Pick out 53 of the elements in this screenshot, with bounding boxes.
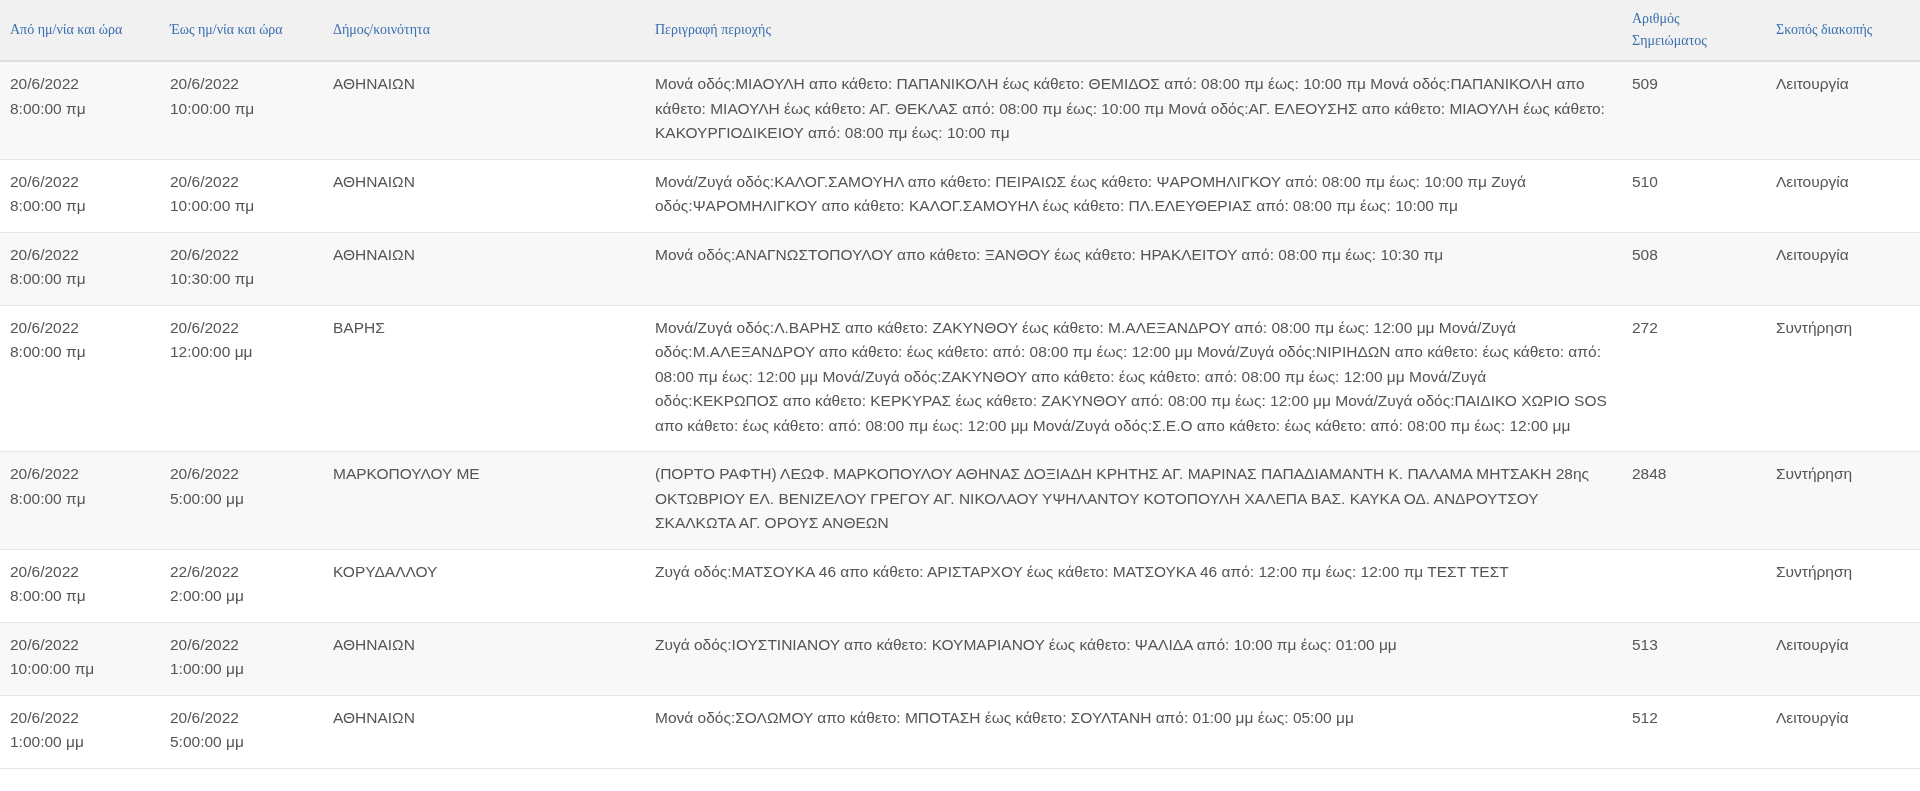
date-cell-text: 20/6/2022 1:00:00 μμ <box>170 634 245 679</box>
description-cell: Μονά οδός:ΣΟΛΩΜΟΥ απο κάθετο: ΜΠΟΤΑΣΗ έως κάθετο: ΣΟΥΛΤΑΝΗ από: 01:00 μμ έως: 05:00 μμ <box>655 708 1354 726</box>
date-cell-text: 20/6/2022 10:30:00 πμ <box>170 244 256 289</box>
municipality-cell: ΚΟΡΥΔΑΛΛΟΥ <box>333 562 438 580</box>
date-cell-text: 20/6/2022 8:00:00 πμ <box>10 74 87 119</box>
description-cell: Μονά οδός:ΑΝΑΓΝΩΣΤΟΠΟΥΛΟΥ απο κάθετο: ΞΑΝΘΟΥ έως κάθετο: ΗΡΑΚΛΕΙΤΟΥ από: 08:00 πμ έως: 10:30 πμ <box>655 245 1444 263</box>
municipality-cell: ΑΘΗΝΑΙΩΝ <box>333 245 415 263</box>
date-cell-text: 20/6/2022 10:00:00 πμ <box>170 74 256 119</box>
column-header: Περιγραφή περιοχής <box>645 0 1622 62</box>
date-cell-text: 20/6/2022 10:00:00 πμ <box>10 634 96 679</box>
purpose-cell: Συντήρηση <box>1776 318 1853 336</box>
note-number-cell: 272 <box>1632 318 1658 336</box>
date-cell-text: 20/6/2022 8:00:00 πμ <box>10 171 87 216</box>
note-number-cell: 509 <box>1632 75 1658 92</box>
municipality-cell: ΑΘΗΝΑΙΩΝ <box>333 75 415 92</box>
municipality-cell: ΑΘΗΝΑΙΩΝ <box>333 172 415 190</box>
purpose-cell: Λειτουργία <box>1776 172 1849 190</box>
date-cell-text: 20/6/2022 12:00:00 μμ <box>170 317 254 362</box>
date-cell-text: 20/6/2022 8:00:00 πμ <box>10 244 87 289</box>
municipality-cell: ΑΘΗΝΑΙΩΝ <box>333 635 415 653</box>
description-cell: Ζυγά οδός:ΙΟΥΣΤΙΝΙΑΝΟΥ απο κάθετο: ΚΟΥΜΑΡΙΑΝΟΥ έως κάθετο: ΨΑΛΙΔΑ από: 10:00 πμ έως: 01:00 μμ <box>655 635 1397 653</box>
column-header: Δήμος/κοινότητα <box>323 0 645 62</box>
purpose-cell: Λειτουργία <box>1776 708 1849 726</box>
purpose-cell: Λειτουργία <box>1776 75 1849 92</box>
purpose-cell: Λειτουργία <box>1776 245 1849 263</box>
date-cell-text: 22/6/2022 2:00:00 μμ <box>170 561 245 606</box>
description-cell: (ΠΟΡΤΟ ΡΑΦΤΗ) ΛΕΩΦ. ΜΑΡΚΟΠΟΥΛΟΥ ΑΘΗΝΑΣ ΔΟΞΙΑΔΗ ΚΡΗΤΗΣ ΑΓ. ΜΑΡΙΝΑΣ ΠΑΠΑΔΙΑΜΑΝΤΗ Κ. ΠΑΛΑΜΑ ΜΗΤΣΑΚΗ 28ης ΟΚΤΩΒΡΙΟΥ ΕΛ. ΒΕΝΙΖΕΛΟΥ ΓΡΕΓΟΥ ΑΓ. ΝΙΚΟΛΑΟΥ ΥΨΗΛΑΝΤΟΥ ΚΟΤΟΠΟΥΛΗ ΧΑΛΕΠΑ ΒΑΣ. ΚΑΥΚΑ ΟΔ. ΑΝΔΡΟΥΤΣΟΥ ΣΚΑΛΚΩΤΑ ΑΓ. ΟΡΟΥΣ ΑΝΘΕΩΝ <box>655 465 1589 531</box>
note-number-cell: 513 <box>1632 635 1658 653</box>
date-cell-text: 20/6/2022 5:00:00 μμ <box>170 707 245 752</box>
column-header: Από ημ/νία και ώρα <box>0 0 160 62</box>
description-cell: Μονά οδός:ΜΙΑΟΥΛΗ απο κάθετο: ΠΑΠΑΝΙΚΟΛΗ έως κάθετο: ΘΕΜΙΔΟΣ από: 08:00 πμ έως: 10:00 πμ Μονά οδός:ΠΑΠΑΝΙΚΟΛΗ απο κάθετο: ΜΙΑΟΥΛΗ έως κάθετο: ΑΓ. ΘΕΚΛΑΣ από: 08:00 πμ έως: 10:00 πμ Μονά οδός:ΑΓ. ΕΛΕΟΥΣΗΣ απο κάθετο: ΜΙΑΟΥΛΗ έως κάθετο: ΚΑΚΟΥΡΓΙΟΔΙΚΕΙΟΥ από: 08:00 πμ έως: 10:00 πμ <box>655 75 1605 141</box>
municipality-cell: ΑΘΗΝΑΙΩΝ <box>333 708 415 726</box>
date-cell-text: 20/6/2022 8:00:00 πμ <box>10 561 87 606</box>
description-cell: Μονά/Ζυγά οδός:ΚΑΛΟΓ.ΣΑΜΟΥΗΛ απο κάθετο: ΠΕΙΡΑΙΩΣ έως κάθετο: ΨΑΡΟΜΗΛΙΓΚΟΥ από: 08:00 πμ έως: 10:00 πμ Ζυγά οδός:ΨΑΡΟΜΗΛΙΓΚΟΥ απο κάθετο: ΚΑΛΟΓ.ΣΑΜΟΥΗΛ έως κάθετο: ΠΛ.ΕΛΕΥΘΕΡΙΑΣ από: 08:00 πμ έως: 10:00 πμ <box>655 172 1526 214</box>
purpose-cell: Συντήρηση <box>1776 562 1853 580</box>
note-number-cell: 510 <box>1632 172 1658 190</box>
column-header: Έως ημ/νία και ώρα <box>160 0 323 62</box>
date-cell-text: 20/6/2022 1:00:00 μμ <box>10 707 85 752</box>
municipality-cell: ΒΑΡΗΣ <box>333 318 385 336</box>
purpose-cell: Συντήρηση <box>1776 465 1853 482</box>
date-cell-text: 20/6/2022 8:00:00 πμ <box>10 317 87 362</box>
note-number-cell: 2848 <box>1632 465 1667 482</box>
note-number-cell: 512 <box>1632 708 1658 726</box>
description-cell: Μονά/Ζυγά οδός:Λ.ΒΑΡΗΣ απο κάθετο: ΖΑΚΥΝΘΟΥ έως κάθετο: Μ.ΑΛΕΞΑΝΔΡΟΥ από: 08:00 πμ έως: 12:00 μμ Μονά/Ζυγά οδός:Μ.ΑΛΕΞΑΝΔΡΟΥ απο κάθετο: έως κάθετο: από: 08:00 πμ έως: 12:00 μμ Μονά/Ζυγά οδός:ΝΙΡΙΗΔΩΝ απο κάθετο: έως κάθετο: από: 08:00 πμ έως: 12:00 μμ Μονά/Ζυγά οδός:ΖΑΚΥΝΘΟΥ απο κάθετο: έως κάθετο: από: 08:00 πμ έως: 12:00 μμ Μονά/Ζυγά οδός:ΚΕΚΡΩΠΟΣ απο κάθετο: ΚΕΡΚΥΡΑΣ έως κάθετο: ΖΑΚΥΝΘΟΥ από: 08:00 πμ έως: 12:00 μμ Μονά/Ζυγά οδός:ΠΑΙΔΙΚΟ ΧΩΡΙΟ SOS απο κάθετο: έως κάθετο: από: 08:00 πμ έως: 12:00 μμ Μονά/Ζυγά οδός:Σ.Ε.Ο απο κάθετο: έως κάθετο: από: 08:00 πμ έως: 12:00 μμ <box>655 318 1607 434</box>
municipality-cell: ΜΑΡΚΟΠΟΥΛΟΥ ΜΕ <box>333 465 480 482</box>
date-cell-text: 20/6/2022 8:00:00 πμ <box>10 464 87 509</box>
purpose-cell: Λειτουργία <box>1776 635 1849 653</box>
description-cell: Ζυγά οδός:ΜΑΤΣΟΥΚΑ 46 απο κάθετο: ΑΡΙΣΤΑΡΧΟΥ έως κάθετο: ΜΑΤΣΟΥΚΑ 46 από: 12:00 πμ έως: 12:00 πμ ΤΕΣΤ ΤΕΣΤ <box>655 562 1509 580</box>
note-number-cell: 508 <box>1632 245 1658 263</box>
date-cell-text: 20/6/2022 10:00:00 πμ <box>170 171 256 216</box>
column-header: Αριθμός Σημειώματος <box>1622 0 1766 62</box>
column-header: Σκοπός διακοπής <box>1766 0 1920 62</box>
date-cell-text: 20/6/2022 5:00:00 μμ <box>170 464 245 509</box>
